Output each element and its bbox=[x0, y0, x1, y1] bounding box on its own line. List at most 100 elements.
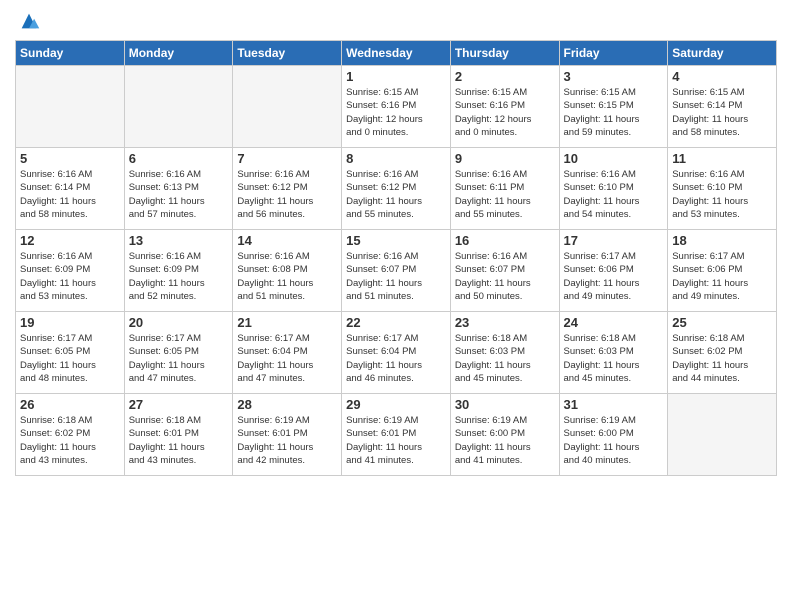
day-info: Sunrise: 6:17 AM Sunset: 6:04 PM Dayligh… bbox=[346, 332, 446, 385]
weekday-header-row: SundayMondayTuesdayWednesdayThursdayFrid… bbox=[16, 41, 777, 66]
day-number: 5 bbox=[20, 151, 120, 166]
day-number: 26 bbox=[20, 397, 120, 412]
day-info: Sunrise: 6:16 AM Sunset: 6:10 PM Dayligh… bbox=[564, 168, 664, 221]
calendar-cell: 3 Sunrise: 6:15 AM Sunset: 6:15 PM Daylig… bbox=[559, 66, 668, 148]
day-info: Sunrise: 6:19 AM Sunset: 6:00 PM Dayligh… bbox=[455, 414, 555, 467]
day-number: 18 bbox=[672, 233, 772, 248]
day-info: Sunrise: 6:19 AM Sunset: 6:01 PM Dayligh… bbox=[346, 414, 446, 467]
day-info: Sunrise: 6:18 AM Sunset: 6:01 PM Dayligh… bbox=[129, 414, 229, 467]
calendar-cell: 19 Sunrise: 6:17 AM Sunset: 6:05 PM Dayli… bbox=[16, 312, 125, 394]
day-number: 20 bbox=[129, 315, 229, 330]
calendar-cell: 24 Sunrise: 6:18 AM Sunset: 6:03 PM Dayli… bbox=[559, 312, 668, 394]
calendar-table: SundayMondayTuesdayWednesdayThursdayFrid… bbox=[15, 40, 777, 476]
day-info: Sunrise: 6:15 AM Sunset: 6:15 PM Dayligh… bbox=[564, 86, 664, 139]
week-row-4: 19 Sunrise: 6:17 AM Sunset: 6:05 PM Dayli… bbox=[16, 312, 777, 394]
calendar-cell: 28 Sunrise: 6:19 AM Sunset: 6:01 PM Dayli… bbox=[233, 394, 342, 476]
page-container: SundayMondayTuesdayWednesdayThursdayFrid… bbox=[0, 0, 792, 612]
weekday-header-friday: Friday bbox=[559, 41, 668, 66]
calendar-cell: 22 Sunrise: 6:17 AM Sunset: 6:04 PM Dayli… bbox=[342, 312, 451, 394]
day-info: Sunrise: 6:16 AM Sunset: 6:07 PM Dayligh… bbox=[455, 250, 555, 303]
calendar-cell: 29Sunrise: 6:19 AM Sunset: 6:01 PM Dayli… bbox=[342, 394, 451, 476]
day-info: Sunrise: 6:16 AM Sunset: 6:09 PM Dayligh… bbox=[20, 250, 120, 303]
day-number: 31 bbox=[564, 397, 664, 412]
day-number: 9 bbox=[455, 151, 555, 166]
day-info: Sunrise: 6:18 AM Sunset: 6:03 PM Dayligh… bbox=[455, 332, 555, 385]
day-info: Sunrise: 6:16 AM Sunset: 6:11 PM Dayligh… bbox=[455, 168, 555, 221]
calendar-cell: 9 Sunrise: 6:16 AM Sunset: 6:11 PM Daylig… bbox=[450, 148, 559, 230]
day-number: 12 bbox=[20, 233, 120, 248]
calendar-cell: 21 Sunrise: 6:17 AM Sunset: 6:04 PM Dayli… bbox=[233, 312, 342, 394]
calendar-cell: 8 Sunrise: 6:16 AM Sunset: 6:12 PM Daylig… bbox=[342, 148, 451, 230]
calendar-cell: 26 Sunrise: 6:18 AM Sunset: 6:02 PM Dayli… bbox=[16, 394, 125, 476]
day-number: 21 bbox=[237, 315, 337, 330]
day-number: 30 bbox=[455, 397, 555, 412]
day-number: 27 bbox=[129, 397, 229, 412]
day-number: 16 bbox=[455, 233, 555, 248]
day-number: 8 bbox=[346, 151, 446, 166]
calendar-cell: 15 Sunrise: 6:16 AM Sunset: 6:07 PM Dayli… bbox=[342, 230, 451, 312]
day-info: Sunrise: 6:19 AM Sunset: 6:01 PM Dayligh… bbox=[237, 414, 337, 467]
day-info: Sunrise: 6:15 AM Sunset: 6:14 PM Dayligh… bbox=[672, 86, 772, 139]
weekday-header-wednesday: Wednesday bbox=[342, 41, 451, 66]
day-number: 2 bbox=[455, 69, 555, 84]
day-info: Sunrise: 6:17 AM Sunset: 6:06 PM Dayligh… bbox=[672, 250, 772, 303]
calendar-cell: 31Sunrise: 6:19 AM Sunset: 6:00 PM Dayli… bbox=[559, 394, 668, 476]
day-info: Sunrise: 6:17 AM Sunset: 6:05 PM Dayligh… bbox=[20, 332, 120, 385]
weekday-header-saturday: Saturday bbox=[668, 41, 777, 66]
day-info: Sunrise: 6:18 AM Sunset: 6:02 PM Dayligh… bbox=[672, 332, 772, 385]
day-number: 3 bbox=[564, 69, 664, 84]
day-info: Sunrise: 6:17 AM Sunset: 6:04 PM Dayligh… bbox=[237, 332, 337, 385]
day-info: Sunrise: 6:18 AM Sunset: 6:03 PM Dayligh… bbox=[564, 332, 664, 385]
logo bbox=[15, 10, 40, 32]
header bbox=[15, 10, 777, 32]
week-row-3: 12 Sunrise: 6:16 AM Sunset: 6:09 PM Dayli… bbox=[16, 230, 777, 312]
calendar-cell: 25Sunrise: 6:18 AM Sunset: 6:02 PM Dayli… bbox=[668, 312, 777, 394]
day-info: Sunrise: 6:16 AM Sunset: 6:07 PM Dayligh… bbox=[346, 250, 446, 303]
day-number: 14 bbox=[237, 233, 337, 248]
day-number: 19 bbox=[20, 315, 120, 330]
weekday-header-thursday: Thursday bbox=[450, 41, 559, 66]
day-info: Sunrise: 6:16 AM Sunset: 6:13 PM Dayligh… bbox=[129, 168, 229, 221]
day-number: 24 bbox=[564, 315, 664, 330]
day-number: 7 bbox=[237, 151, 337, 166]
day-number: 1 bbox=[346, 69, 446, 84]
calendar-cell: 20 Sunrise: 6:17 AM Sunset: 6:05 PM Dayli… bbox=[124, 312, 233, 394]
week-row-5: 26 Sunrise: 6:18 AM Sunset: 6:02 PM Dayli… bbox=[16, 394, 777, 476]
calendar-cell bbox=[668, 394, 777, 476]
day-info: Sunrise: 6:18 AM Sunset: 6:02 PM Dayligh… bbox=[20, 414, 120, 467]
calendar-cell bbox=[16, 66, 125, 148]
calendar-cell: 6 Sunrise: 6:16 AM Sunset: 6:13 PM Daylig… bbox=[124, 148, 233, 230]
logo-icon bbox=[18, 10, 40, 32]
day-number: 23 bbox=[455, 315, 555, 330]
calendar-cell: 27 Sunrise: 6:18 AM Sunset: 6:01 PM Dayli… bbox=[124, 394, 233, 476]
day-info: Sunrise: 6:17 AM Sunset: 6:05 PM Dayligh… bbox=[129, 332, 229, 385]
day-info: Sunrise: 6:16 AM Sunset: 6:10 PM Dayligh… bbox=[672, 168, 772, 221]
day-number: 17 bbox=[564, 233, 664, 248]
day-info: Sunrise: 6:15 AM Sunset: 6:16 PM Dayligh… bbox=[455, 86, 555, 139]
day-number: 28 bbox=[237, 397, 337, 412]
day-info: Sunrise: 6:17 AM Sunset: 6:06 PM Dayligh… bbox=[564, 250, 664, 303]
day-number: 6 bbox=[129, 151, 229, 166]
day-info: Sunrise: 6:16 AM Sunset: 6:09 PM Dayligh… bbox=[129, 250, 229, 303]
calendar-cell: 18 Sunrise: 6:17 AM Sunset: 6:06 PM Dayli… bbox=[668, 230, 777, 312]
day-number: 15 bbox=[346, 233, 446, 248]
week-row-1: 1 Sunrise: 6:15 AM Sunset: 6:16 PM Daylig… bbox=[16, 66, 777, 148]
day-info: Sunrise: 6:16 AM Sunset: 6:14 PM Dayligh… bbox=[20, 168, 120, 221]
day-number: 10 bbox=[564, 151, 664, 166]
calendar-cell bbox=[233, 66, 342, 148]
calendar-cell: 5 Sunrise: 6:16 AM Sunset: 6:14 PM Daylig… bbox=[16, 148, 125, 230]
calendar-cell: 2 Sunrise: 6:15 AM Sunset: 6:16 PM Daylig… bbox=[450, 66, 559, 148]
calendar-cell: 23 Sunrise: 6:18 AM Sunset: 6:03 PM Dayli… bbox=[450, 312, 559, 394]
calendar-cell: 30 Sunrise: 6:19 AM Sunset: 6:00 PM Dayli… bbox=[450, 394, 559, 476]
day-number: 22 bbox=[346, 315, 446, 330]
weekday-header-tuesday: Tuesday bbox=[233, 41, 342, 66]
calendar-cell: 13 Sunrise: 6:16 AM Sunset: 6:09 PM Dayli… bbox=[124, 230, 233, 312]
calendar-cell bbox=[124, 66, 233, 148]
day-number: 4 bbox=[672, 69, 772, 84]
day-info: Sunrise: 6:16 AM Sunset: 6:12 PM Dayligh… bbox=[237, 168, 337, 221]
calendar-cell: 14Sunrise: 6:16 AM Sunset: 6:08 PM Dayli… bbox=[233, 230, 342, 312]
day-info: Sunrise: 6:16 AM Sunset: 6:12 PM Dayligh… bbox=[346, 168, 446, 221]
calendar-cell: 7 Sunrise: 6:16 AM Sunset: 6:12 PM Daylig… bbox=[233, 148, 342, 230]
day-number: 13 bbox=[129, 233, 229, 248]
calendar-cell: 10 Sunrise: 6:16 AM Sunset: 6:10 PM Dayli… bbox=[559, 148, 668, 230]
